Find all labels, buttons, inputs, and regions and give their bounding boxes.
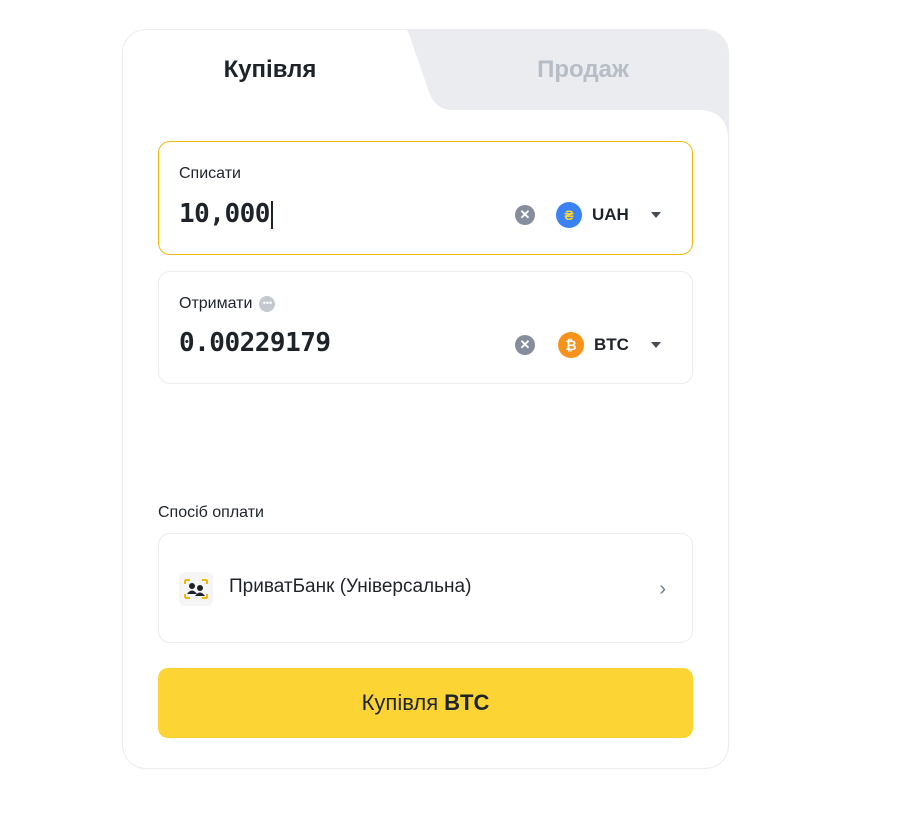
bank-card-icon xyxy=(179,572,213,606)
info-icon[interactable]: ••• xyxy=(259,295,276,312)
spend-currency-code: UAH xyxy=(592,205,629,224)
chevron-down-icon xyxy=(650,342,661,348)
payment-method-name: ПриватБанк (Універсальна) xyxy=(229,576,472,597)
clear-spend-button[interactable]: ✕ xyxy=(515,205,535,225)
spend-amount-value: 10,000 xyxy=(179,199,270,229)
clear-receive-button[interactable]: ✕ xyxy=(515,335,535,355)
receive-currency-code: BTC xyxy=(594,335,629,354)
spend-label: Списати xyxy=(179,165,241,182)
buy-button-asset: BTC xyxy=(444,690,490,715)
trade-card: Купівля Продаж Списати 10,000 ✕ ₴ UAH От… xyxy=(122,29,729,769)
receive-field[interactable]: Отримати ••• 0.00229179 ✕ ₿ BTC xyxy=(158,271,693,384)
spend-amount-input[interactable]: 10,000 xyxy=(179,199,273,229)
chevron-down-icon xyxy=(650,212,661,218)
payment-method-select[interactable]: ПриватБанк (Універсальна) › xyxy=(158,533,693,643)
text-caret xyxy=(270,200,273,229)
spend-currency-select[interactable]: ₴ UAH xyxy=(556,202,661,228)
hryvnia-icon: ₴ xyxy=(556,202,582,228)
bitcoin-icon: ₿ xyxy=(558,332,584,358)
tab-buy[interactable]: Купівля xyxy=(170,56,370,84)
receive-label-text: Отримати xyxy=(179,295,253,312)
receive-amount-value[interactable]: 0.00229179 xyxy=(179,328,331,358)
tab-sell[interactable]: Продаж xyxy=(483,56,683,84)
buy-button-prefix: Купівля xyxy=(361,690,439,715)
payment-method-label: Спосіб оплати xyxy=(158,504,264,521)
tab-sell-background xyxy=(406,30,728,140)
tab-bar: Купівля Продаж xyxy=(123,30,728,140)
receive-currency-select[interactable]: ₿ BTC xyxy=(558,332,661,358)
receive-label: Отримати ••• xyxy=(179,295,276,313)
buy-btc-button[interactable]: Купівля BTC xyxy=(158,668,693,738)
spend-field[interactable]: Списати 10,000 ✕ ₴ UAH xyxy=(158,141,693,255)
chevron-right-icon: › xyxy=(659,578,666,600)
